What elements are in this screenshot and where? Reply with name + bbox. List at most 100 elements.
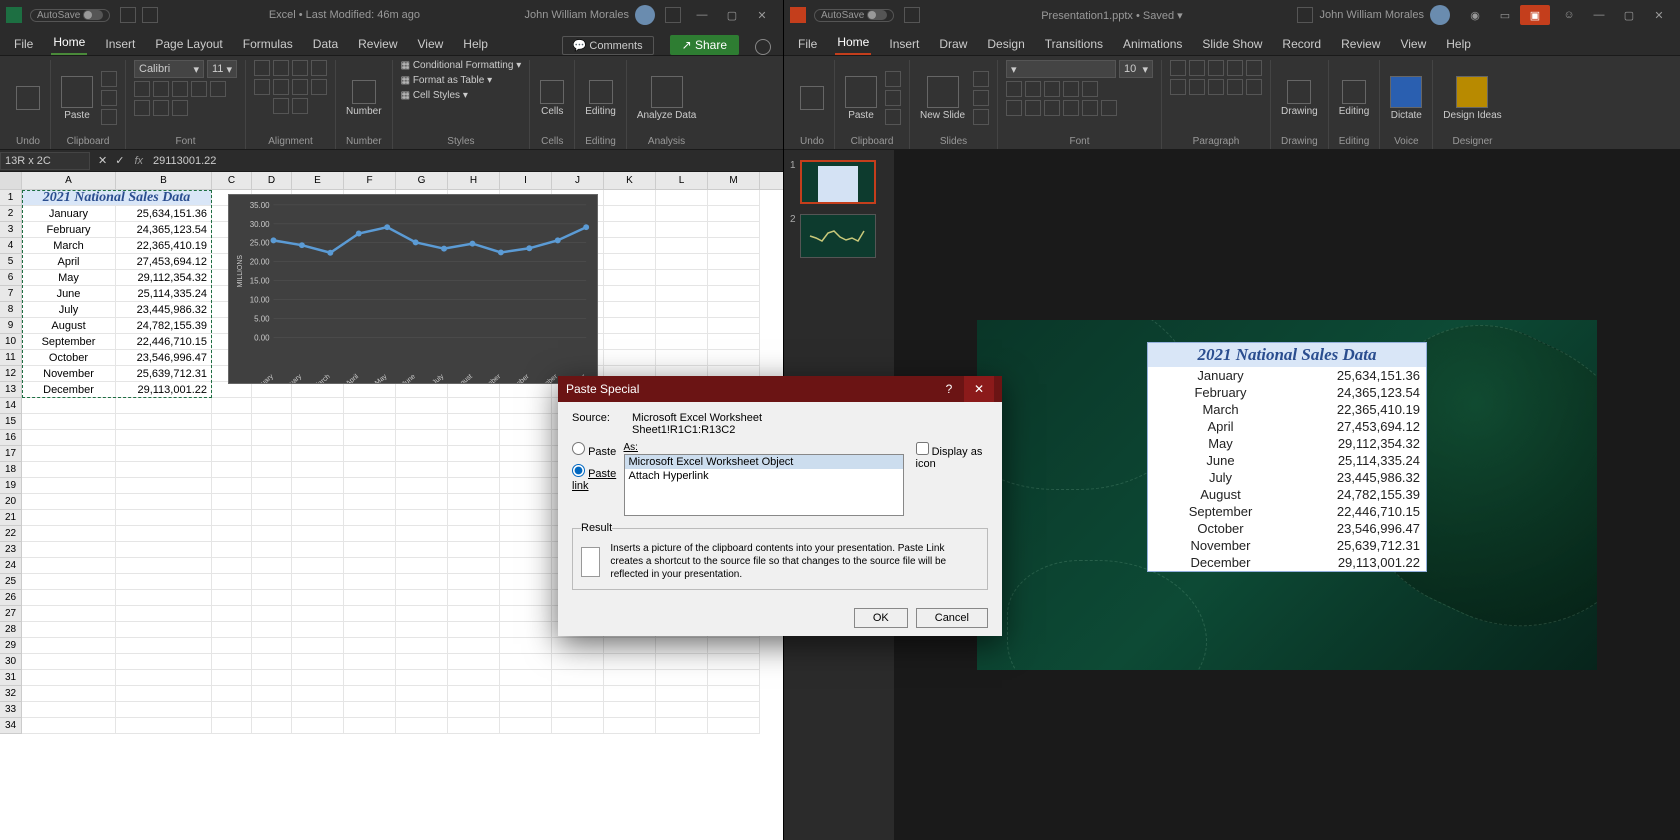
cell[interactable] (292, 478, 344, 494)
cell[interactable] (292, 718, 344, 734)
row-header[interactable]: 19 (0, 478, 22, 494)
cell[interactable] (292, 526, 344, 542)
slide-canvas[interactable]: 2021 National Sales Data January25,634,1… (977, 320, 1597, 670)
merge-icon[interactable] (311, 79, 327, 95)
tab-data[interactable]: Data (311, 33, 340, 55)
cell[interactable] (344, 686, 396, 702)
cell[interactable] (212, 542, 252, 558)
strike-icon[interactable] (1063, 81, 1079, 97)
align-bot-icon[interactable] (292, 60, 308, 76)
cell[interactable] (344, 414, 396, 430)
cell[interactable] (212, 494, 252, 510)
cell[interactable] (22, 462, 116, 478)
cell[interactable] (500, 430, 552, 446)
tab-draw[interactable]: Draw (937, 33, 969, 55)
row-header[interactable]: 1 (0, 190, 22, 206)
cell[interactable] (212, 718, 252, 734)
cell[interactable]: April (22, 254, 116, 270)
tab-view[interactable]: View (1398, 33, 1428, 55)
bullets-icon[interactable] (1170, 60, 1186, 76)
section-icon[interactable] (973, 109, 989, 125)
cell-styles-button[interactable]: ▦ Cell Styles ▾ (401, 90, 468, 101)
cell[interactable] (448, 446, 500, 462)
cell[interactable] (212, 446, 252, 462)
tab-page-layout[interactable]: Page Layout (153, 33, 224, 55)
cell[interactable]: February (22, 222, 116, 238)
undo-icon[interactable] (16, 86, 40, 110)
cell[interactable] (252, 414, 292, 430)
tab-file[interactable]: File (796, 33, 819, 55)
cell[interactable] (448, 670, 500, 686)
cell[interactable] (448, 638, 500, 654)
tab-record[interactable]: Record (1280, 33, 1323, 55)
diamond-icon[interactable] (665, 7, 681, 23)
italic-icon[interactable] (153, 81, 169, 97)
cell[interactable] (212, 430, 252, 446)
cell[interactable] (656, 222, 708, 238)
cell[interactable] (604, 318, 656, 334)
cell[interactable] (292, 430, 344, 446)
cell[interactable] (448, 686, 500, 702)
cell[interactable] (396, 670, 448, 686)
cell[interactable] (116, 414, 212, 430)
font-color-icon[interactable] (172, 100, 188, 116)
cell[interactable] (212, 398, 252, 414)
row-header[interactable]: 16 (0, 430, 22, 446)
paste-radio[interactable]: Paste (572, 442, 624, 458)
cell[interactable] (396, 622, 448, 638)
cell[interactable]: December (22, 382, 116, 398)
row-header[interactable]: 8 (0, 302, 22, 318)
cell[interactable] (344, 446, 396, 462)
autosave-toggle[interactable]: AutoSave (30, 9, 110, 22)
cell[interactable] (500, 654, 552, 670)
cell[interactable] (116, 622, 212, 638)
cells-button[interactable]: Cells (538, 78, 566, 119)
cell[interactable] (116, 574, 212, 590)
cell[interactable]: 23,445,986.32 (116, 302, 212, 318)
cell[interactable]: March (22, 238, 116, 254)
cell[interactable] (448, 558, 500, 574)
cell[interactable] (604, 222, 656, 238)
cell[interactable] (116, 590, 212, 606)
analyze-data-button[interactable]: Analyze Data (635, 74, 698, 123)
cell[interactable] (252, 398, 292, 414)
cell[interactable] (292, 702, 344, 718)
autosave-toggle[interactable]: AutoSave (814, 9, 894, 22)
cell[interactable] (500, 670, 552, 686)
cell[interactable]: January (22, 206, 116, 222)
justify-icon[interactable] (1227, 79, 1243, 95)
columns-icon[interactable] (1246, 79, 1262, 95)
cell[interactable] (396, 510, 448, 526)
align-center-icon[interactable] (1189, 79, 1205, 95)
cell[interactable] (552, 670, 604, 686)
row-header[interactable]: 9 (0, 318, 22, 334)
cell[interactable] (448, 702, 500, 718)
close-button[interactable]: ✕ (747, 5, 777, 25)
wrap-text-icon[interactable] (311, 60, 327, 76)
editing-button[interactable]: Editing (1337, 78, 1372, 119)
cell[interactable] (500, 590, 552, 606)
cell[interactable] (116, 606, 212, 622)
name-box[interactable]: 13R x 2C (0, 152, 90, 170)
cell[interactable] (448, 526, 500, 542)
row-header[interactable]: 3 (0, 222, 22, 238)
cell[interactable] (292, 590, 344, 606)
cell[interactable]: 27,453,694.12 (116, 254, 212, 270)
cell[interactable] (344, 638, 396, 654)
align-center-icon[interactable] (273, 79, 289, 95)
row-header[interactable]: 11 (0, 350, 22, 366)
spacing-icon[interactable] (1006, 100, 1022, 116)
cell[interactable] (708, 302, 760, 318)
paste-button[interactable]: Paste (59, 74, 95, 123)
cell[interactable] (500, 686, 552, 702)
cell[interactable] (396, 446, 448, 462)
cell[interactable] (708, 702, 760, 718)
row-header[interactable]: 18 (0, 462, 22, 478)
cell[interactable]: July (22, 302, 116, 318)
minimize-button[interactable]: — (687, 5, 717, 25)
cell[interactable]: 25,634,151.36 (116, 206, 212, 222)
font-color-icon[interactable] (1025, 100, 1041, 116)
tab-view[interactable]: View (416, 33, 446, 55)
cell[interactable]: 25,114,335.24 (116, 286, 212, 302)
cell[interactable] (22, 510, 116, 526)
